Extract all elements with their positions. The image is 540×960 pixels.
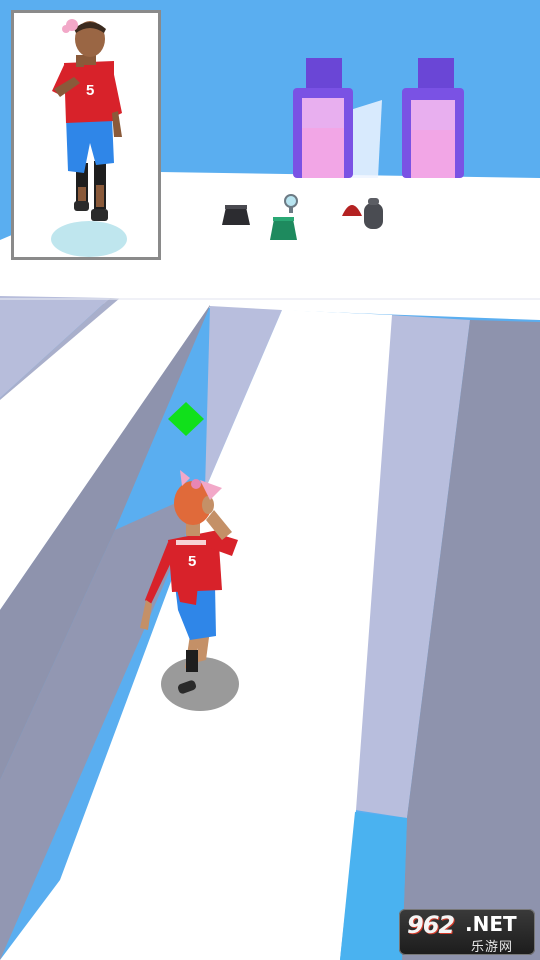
black-skirt-item xyxy=(222,205,250,225)
watermark-chinese: 乐游网 xyxy=(471,940,514,955)
player-jersey-number: 5 xyxy=(188,553,196,570)
track-seam xyxy=(0,298,540,300)
watermark-number: 962 xyxy=(407,911,455,939)
site-watermark-logo: 962 .NET 乐游网 xyxy=(399,909,535,955)
watermark-suffix: .NET xyxy=(465,912,517,936)
character-preview-window: 5 xyxy=(11,10,161,260)
preview-model: 5 xyxy=(51,19,127,257)
player-shadow xyxy=(161,657,239,711)
preview-jersey-number: 5 xyxy=(86,82,94,99)
preview-pedestal xyxy=(51,221,127,257)
green-skirt-item xyxy=(270,217,297,240)
